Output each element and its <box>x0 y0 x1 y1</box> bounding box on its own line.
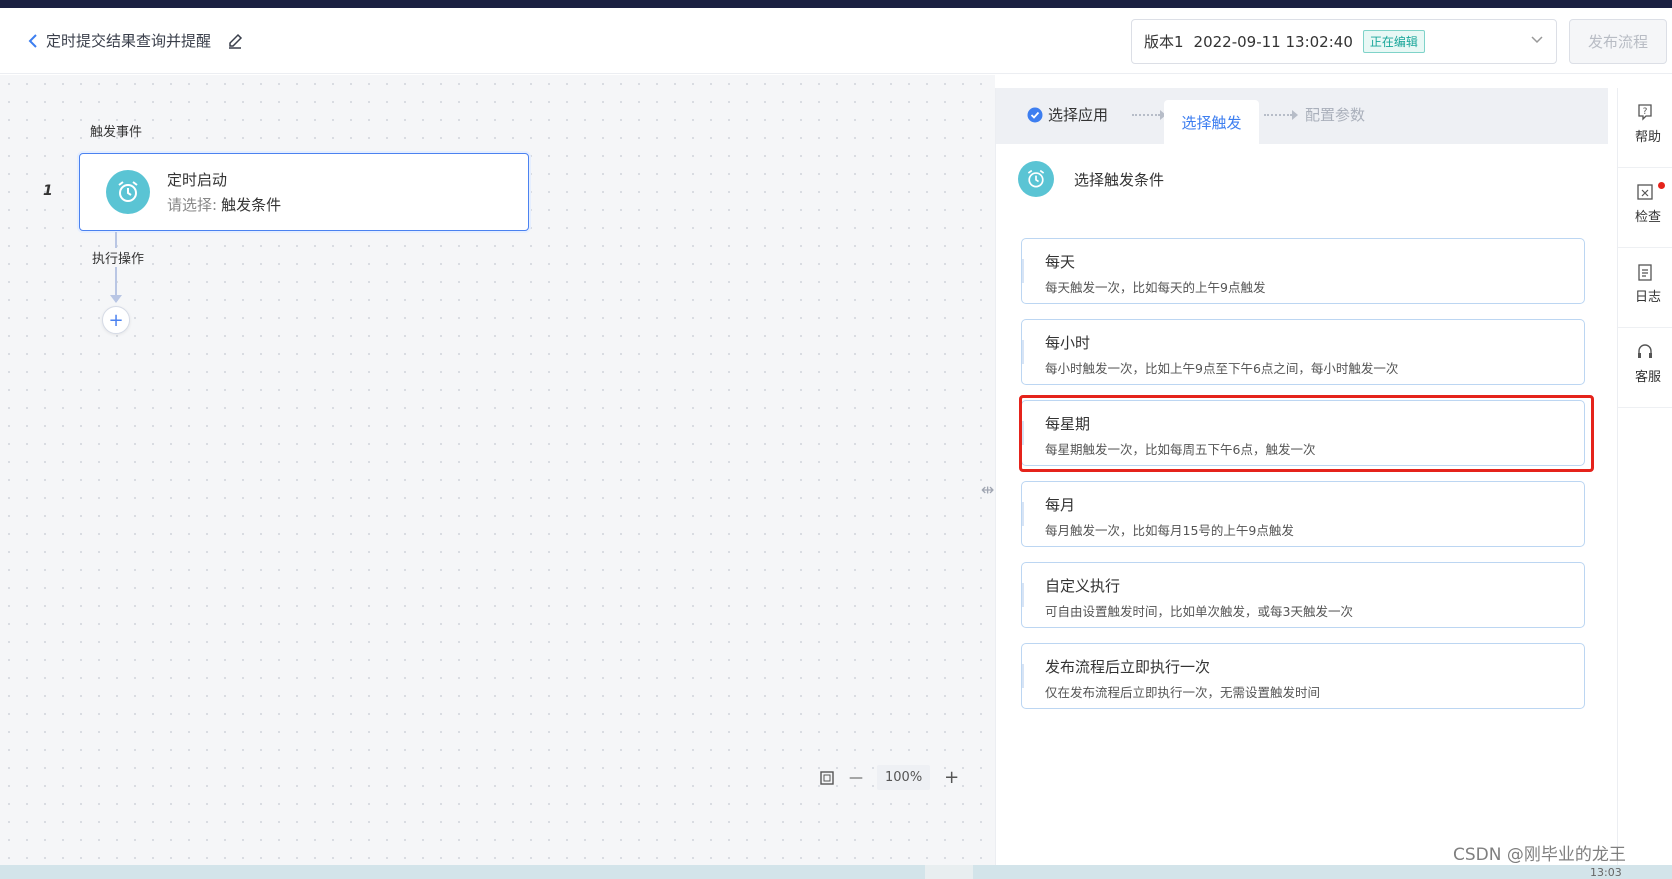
step-config-params[interactable]: 配置参数 <box>1305 104 1365 125</box>
rail-service[interactable]: 客服 <box>1618 328 1672 408</box>
zoom-out-button[interactable]: — <box>849 770 863 786</box>
option-custom[interactable]: 自定义执行 可自由设置触发时间，比如单次触发，或每3天触发一次 <box>1021 562 1585 628</box>
step-label: 选择应用 <box>1048 106 1109 124</box>
version-time: 2022-09-11 13:02:40 <box>1193 32 1353 51</box>
trigger-prompt-value: 触发条件 <box>221 196 282 214</box>
status-badge: 正在编辑 <box>1362 30 1425 53</box>
step-arrow-icon <box>1264 110 1298 120</box>
check-circle-icon <box>1027 107 1043 122</box>
arrow-down-icon <box>110 295 122 303</box>
step-select-trigger[interactable]: 选择触发 <box>1164 100 1259 144</box>
zoom-controls: — 100% + <box>819 765 959 790</box>
publish-button[interactable]: 发布流程 <box>1569 19 1667 64</box>
add-step-button[interactable]: + <box>102 306 130 334</box>
option-title: 发布流程后立即执行一次 <box>1045 658 1211 676</box>
check-icon <box>1637 184 1653 200</box>
resize-handle-icon[interactable]: ⇹ <box>981 480 994 499</box>
svg-text:?: ? <box>1643 107 1648 117</box>
headset-icon <box>1638 344 1652 358</box>
trigger-section-label: 触发事件 <box>90 125 143 140</box>
trigger-config-panel: 选择应用 选择触发 配置参数 选择触发条件 每天 每天触发一次，比如每天的上午9… <box>995 88 1608 865</box>
rail-label: 日志 <box>1635 290 1662 305</box>
option-desc: 每小时触发一次，比如上午9点至下午6点之间，每小时触发一次 <box>1045 361 1399 376</box>
step-label: 配置参数 <box>1305 106 1366 124</box>
step-number: 1 <box>43 183 53 199</box>
taskbar-tab <box>925 865 973 879</box>
flow-connector <box>115 232 117 302</box>
option-title: 每小时 <box>1045 334 1091 352</box>
fit-screen-icon[interactable] <box>819 770 835 786</box>
notification-dot <box>1658 182 1665 189</box>
option-hourly[interactable]: 每小时 每小时触发一次，比如上午9点至下午6点之间，每小时触发一次 <box>1021 319 1585 385</box>
annotation-highlight-box <box>1019 395 1594 472</box>
option-desc: 每天触发一次，比如每天的上午9点触发 <box>1045 280 1266 295</box>
option-desc: 仅在发布流程后立即执行一次，无需设置触发时间 <box>1045 685 1321 700</box>
option-desc: 每月触发一次，比如每月15号的上午9点触发 <box>1045 523 1294 538</box>
steps-bar: 选择应用 选择触发 配置参数 <box>996 88 1608 144</box>
step-select-app[interactable]: 选择应用 <box>1027 104 1108 125</box>
rail-label: 帮助 <box>1635 130 1662 145</box>
option-monthly[interactable]: 每月 每月触发一次，比如每月15号的上午9点触发 <box>1021 481 1585 547</box>
chevron-down-icon <box>1531 36 1543 44</box>
alarm-clock-icon <box>106 170 150 214</box>
version-label: 版本1 <box>1144 33 1184 51</box>
step-label: 选择触发 <box>1181 113 1242 132</box>
step-arrow-icon <box>1132 110 1166 120</box>
app-header: 定时提交结果查询并提醒 版本1 2022-09-11 13:02:40 正在编辑… <box>0 8 1672 74</box>
exec-section-label: 执行操作 <box>92 248 145 267</box>
taskbar-strip <box>0 865 1672 879</box>
clock-fragment: 13:03 <box>1590 866 1622 879</box>
help-icon: ? <box>1638 104 1652 121</box>
chevron-left-icon <box>28 33 37 48</box>
trigger-title: 定时启动 <box>167 171 228 189</box>
option-title: 每月 <box>1045 496 1076 514</box>
trigger-prompt: 请选择: 触发条件 <box>167 194 281 215</box>
rail-label: 客服 <box>1635 370 1662 385</box>
rail-help[interactable]: ? 帮助 <box>1618 88 1672 168</box>
trigger-prompt-label: 请选择: <box>167 196 218 214</box>
option-desc: 可自由设置触发时间，比如单次触发，或每3天触发一次 <box>1045 604 1353 619</box>
back-link[interactable]: 定时提交结果查询并提醒 <box>28 30 243 51</box>
rail-label: 检查 <box>1635 210 1662 225</box>
alarm-clock-icon <box>1018 161 1054 197</box>
rail-log[interactable]: 日志 <box>1618 248 1672 328</box>
log-icon <box>1638 264 1652 281</box>
trigger-card[interactable]: 定时启动 请选择: 触发条件 <box>79 153 529 231</box>
option-title: 自定义执行 <box>1045 577 1121 595</box>
rail-check[interactable]: 检查 <box>1618 168 1672 248</box>
option-run-once[interactable]: 发布流程后立即执行一次 仅在发布流程后立即执行一次，无需设置触发时间 <box>1021 643 1585 709</box>
right-tool-rail: ? 帮助 检查 日志 客服 <box>1617 88 1672 865</box>
flow-title: 定时提交结果查询并提醒 <box>46 32 212 50</box>
flow-canvas[interactable]: 触发事件 1 定时启动 请选择: 触发条件 执行操作 + — 100% + <box>0 75 995 865</box>
option-title: 每天 <box>1045 253 1076 271</box>
option-daily[interactable]: 每天 每天触发一次，比如每天的上午9点触发 <box>1021 238 1585 304</box>
zoom-in-button[interactable]: + <box>944 767 959 788</box>
panel-title: 选择触发条件 <box>1074 170 1165 189</box>
version-select[interactable]: 版本1 2022-09-11 13:02:40 正在编辑 <box>1131 19 1557 64</box>
window-top-strip <box>0 0 1672 8</box>
edit-icon[interactable] <box>227 33 243 49</box>
panel-header: 选择触发条件 <box>1018 161 1164 197</box>
watermark: CSDN @刚毕业的龙王 <box>1453 845 1626 865</box>
zoom-level: 100% <box>877 765 931 790</box>
